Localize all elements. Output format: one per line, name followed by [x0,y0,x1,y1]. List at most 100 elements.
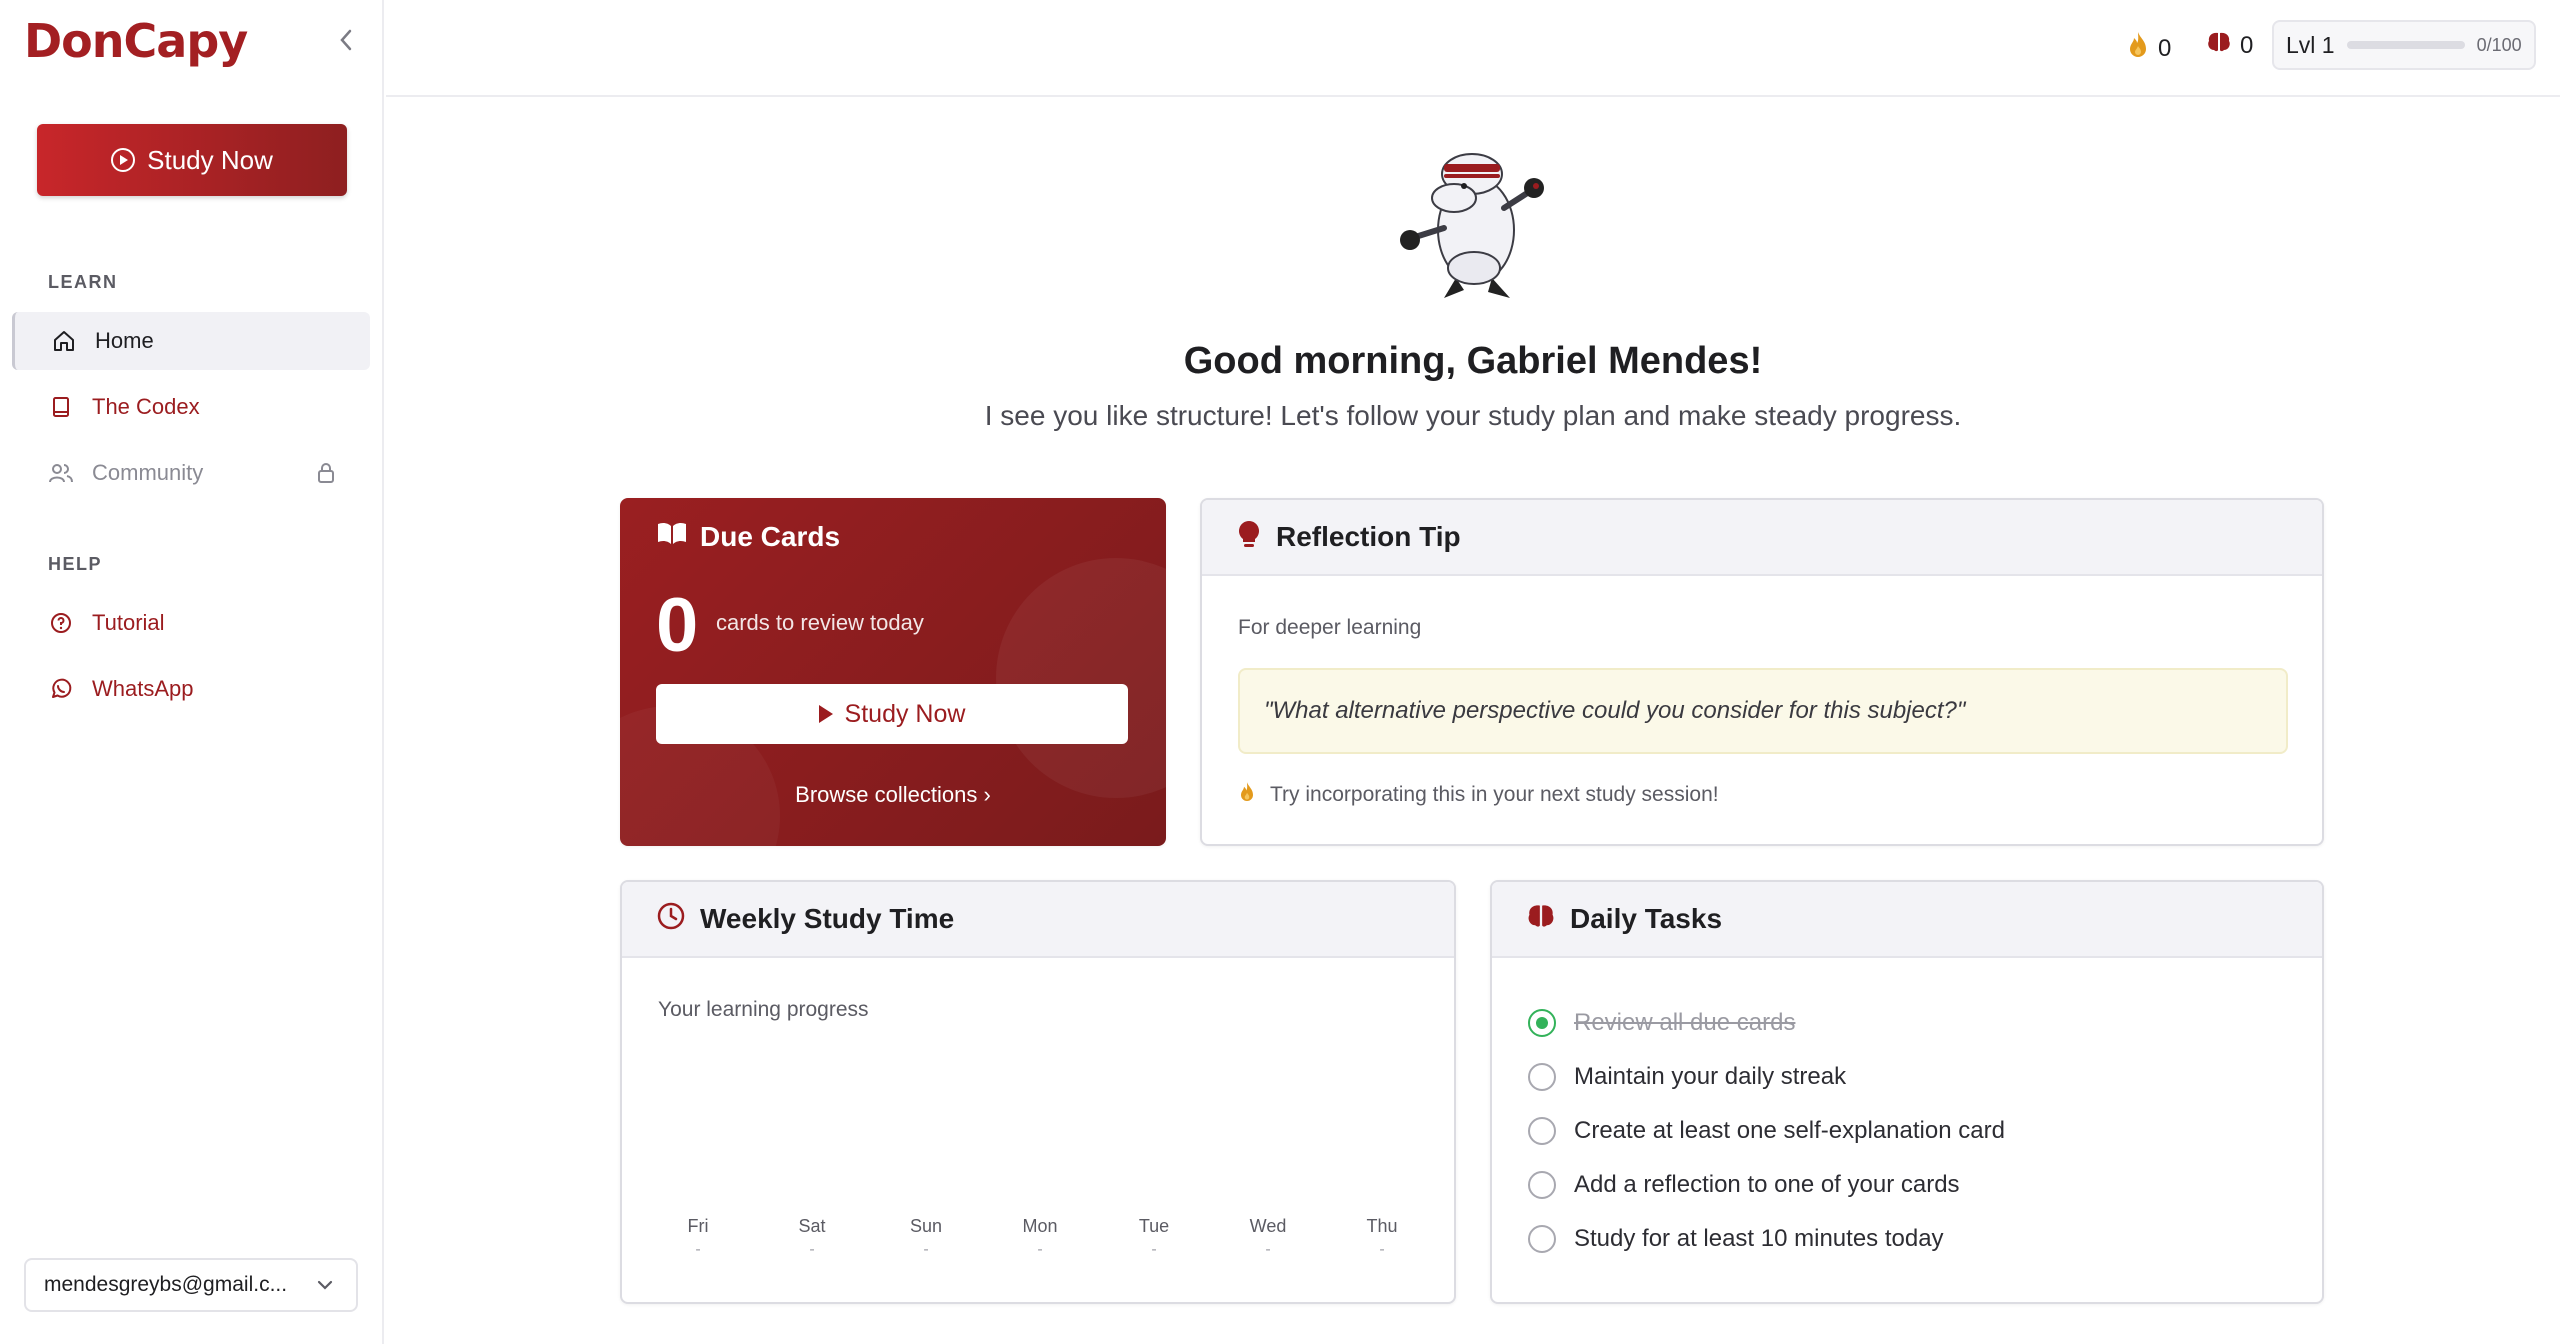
weekday-label: Sun [909,1216,943,1236]
due-study-now-label: Study Now [844,699,966,728]
reflection-tip-header: Reflection Tip [1202,500,2322,576]
task-check-icon[interactable] [1528,1225,1556,1253]
lock-icon [316,462,336,490]
task-check-icon[interactable] [1528,1171,1556,1199]
weekly-study-label: Your learning progress [658,998,869,1021]
weekday-value: - [923,1241,929,1258]
sidebar-item-label: Home [95,328,154,353]
lightbulb-icon [1236,519,1262,556]
reflection-tip-text: Try incorporating this in your next stud… [1270,783,1719,806]
task-list: Review all due cards Maintain your daily… [1528,996,2005,1266]
app-logo[interactable]: DonCapy [24,14,248,68]
sidebar-item-whatsapp[interactable]: WhatsApp [12,660,370,718]
open-book-icon [656,520,688,553]
play-icon [111,148,136,172]
weekday-value: - [695,1241,701,1258]
weekly-days-row: Fri - Sat - Sun - Mon - Tue - Wed - Thu - [658,1216,1422,1259]
task-label: Create at least one self-explanation car… [1574,1117,2005,1144]
clock-icon [656,901,686,938]
whatsapp-icon [48,676,74,702]
weekday-label: Thu [1366,1216,1398,1236]
reflection-label: For deeper learning [1238,616,1422,639]
streak-counter[interactable]: 0 [2126,30,2171,67]
flame-icon [2126,30,2150,67]
level-progress-bar [2346,41,2465,49]
sidebar: DonCapy Study Now LEARN Home The Codex C… [0,0,384,1344]
learn-section-label: LEARN [48,272,118,292]
mascot-image [1384,138,1554,308]
task-item[interactable]: Maintain your daily streak [1528,1050,2005,1104]
weekday-label: Fri [687,1216,709,1236]
flame-icon [1238,780,1256,810]
sidebar-item-tutorial[interactable]: Tutorial [12,594,370,652]
weekday-label: Sat [798,1216,826,1236]
weekday-value: - [1151,1241,1157,1258]
due-cards-count: 0 [656,583,699,668]
daily-tasks-card: Daily Tasks Review all due cards Maintai… [1490,880,2324,1304]
brain-counter[interactable]: 0 [2206,30,2253,61]
reflection-footnote: Try incorporating this in your next stud… [1238,780,1719,810]
weekly-study-card: Weekly Study Time Your learning progress… [620,880,1456,1304]
account-email: mendesgreybs@gmail.c... [44,1273,288,1296]
brain-icon [2206,30,2232,61]
home-icon [51,328,77,354]
sidebar-item-community[interactable]: Community [12,444,370,502]
task-label: Review all due cards [1574,1009,1796,1036]
collapse-sidebar-icon[interactable] [334,28,358,56]
task-item[interactable]: Add a reflection to one of your cards [1528,1158,2005,1212]
reflection-tip-title: Reflection Tip [1276,521,1461,552]
weekday-value: - [1265,1241,1271,1258]
weekday-column: Wed - [1228,1216,1308,1259]
level-indicator[interactable]: Lvl 1 0/100 [2272,20,2536,70]
browse-collections-link[interactable]: Browse collections › [620,782,1166,808]
weekday-label: Mon [1022,1216,1058,1236]
brain-icon [1526,902,1556,937]
help-circle-icon [48,610,74,636]
task-item[interactable]: Create at least one self-explanation car… [1528,1104,2005,1158]
sidebar-item-label: Community [92,460,204,485]
task-label: Study for at least 10 minutes today [1574,1225,1944,1252]
account-selector[interactable]: mendesgreybs@gmail.c... [24,1258,358,1312]
task-check-icon[interactable] [1528,1117,1556,1145]
sidebar-item-home[interactable]: Home [12,312,370,370]
task-label: Maintain your daily streak [1574,1063,1847,1090]
play-icon [818,705,833,723]
weekday-label: Tue [1138,1216,1170,1236]
sidebar-item-label: WhatsApp [92,676,194,701]
weekly-study-title: Weekly Study Time [700,903,955,934]
level-label: Lvl 1 [2286,31,2335,58]
due-cards-card: Due Cards 0 cards to review today Study … [620,498,1166,846]
level-progress-text: 0/100 [2476,34,2522,55]
due-cards-title: Due Cards [700,520,841,552]
task-check-icon[interactable] [1528,1063,1556,1091]
sidebar-item-label: The Codex [92,394,200,419]
streak-count: 0 [2158,34,2172,62]
chevron-down-icon [316,1274,334,1302]
task-check-icon[interactable] [1528,1009,1556,1037]
sidebar-item-codex[interactable]: The Codex [12,378,370,436]
weekday-value: - [1379,1241,1385,1258]
weekday-value: - [809,1241,815,1258]
task-item[interactable]: Study for at least 10 minutes today [1528,1212,2005,1266]
task-label: Add a reflection to one of your cards [1574,1171,1960,1198]
weekday-label: Wed [1249,1216,1287,1236]
task-item[interactable]: Review all due cards [1528,996,2005,1050]
book-icon [48,394,74,420]
greeting-subtitle: I see you like structure! Let's follow y… [984,400,1962,431]
due-study-now-button[interactable]: Study Now [656,684,1128,744]
sidebar-item-label: Tutorial [92,610,165,635]
weekday-column: Sat - [772,1216,852,1259]
greeting-title: Good morning, Gabriel Mendes! [1183,340,1763,382]
weekday-column: Thu - [1342,1216,1422,1259]
weekday-column: Sun - [886,1216,966,1259]
users-icon [48,460,74,486]
weekday-column: Tue - [1114,1216,1194,1259]
reflection-quote: "What alternative perspective could you … [1238,668,2288,754]
daily-tasks-title: Daily Tasks [1570,903,1723,934]
daily-tasks-header: Daily Tasks [1492,882,2322,958]
due-cards-header: Due Cards [656,520,840,553]
due-cards-count-label: cards to review today [716,610,924,635]
sidebar-study-now-button[interactable]: Study Now [37,124,347,196]
weekday-value: - [1037,1241,1043,1258]
weekday-column: Fri - [658,1216,738,1259]
